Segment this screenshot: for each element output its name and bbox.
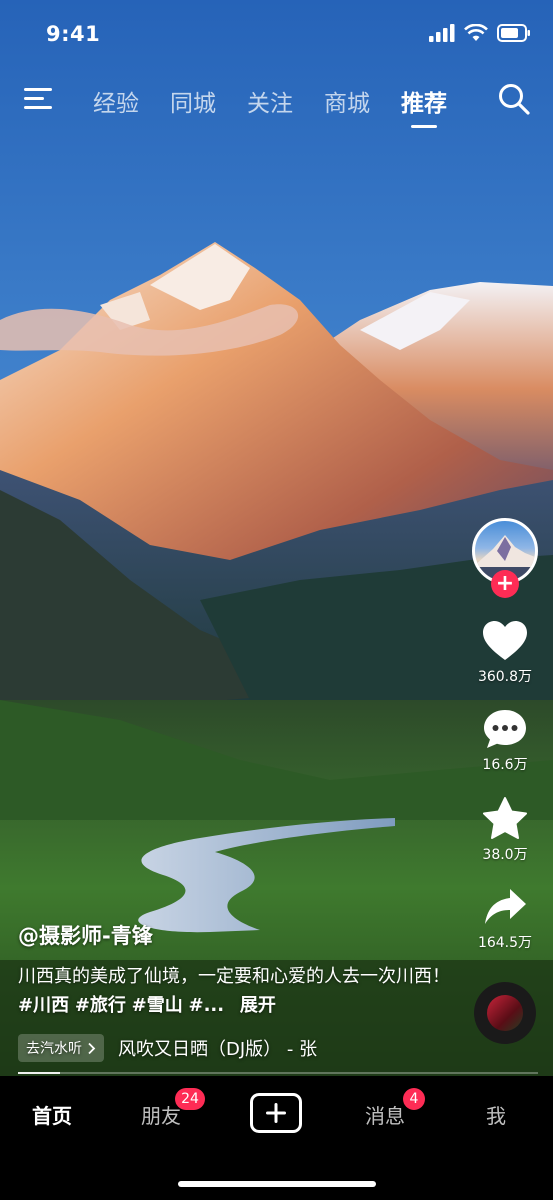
- tab-friends[interactable]: 朋友 24: [141, 1088, 205, 1129]
- status-bar: 9:41: [0, 0, 553, 66]
- listen-chip-label: 去汽水听: [26, 1041, 82, 1057]
- wifi-icon: [464, 24, 488, 41]
- video-progress-fill: [18, 1072, 60, 1074]
- friends-badge: 24: [175, 1088, 205, 1110]
- description-text: 川西真的美成了仙境，一定要和心爱的人去一次川西！: [18, 966, 450, 987]
- like-count: 360.8万: [477, 669, 533, 685]
- status-icons: [429, 24, 531, 42]
- like-button[interactable]: 360.8万: [478, 620, 532, 686]
- status-time: 9:41: [46, 22, 101, 46]
- action-rail: + 360.8万 16.6万 38.0万 164.5万: [465, 518, 545, 1044]
- feed-tabs: 经验 同城 关注 商城 推荐: [93, 84, 447, 118]
- follow-button[interactable]: +: [491, 570, 519, 598]
- heart-icon: [483, 621, 527, 660]
- hashtag[interactable]: #旅行: [75, 995, 126, 1016]
- video-caption: @摄影师-青锋 川西真的美成了仙境，一定要和心爱的人去一次川西！ #川西 #旅行…: [18, 920, 458, 1062]
- listen-in-app-button[interactable]: 去汽水听: [18, 1034, 104, 1062]
- comment-bubble-icon: [484, 710, 526, 748]
- tab-recommended[interactable]: 推荐: [401, 84, 447, 118]
- music-title[interactable]: 风吹又日晒（DJ版） - 张: [118, 1035, 317, 1061]
- tab-experience[interactable]: 经验: [93, 84, 139, 118]
- cellular-signal-icon: [429, 24, 455, 42]
- tab-friends-label: 朋友: [141, 1104, 181, 1128]
- favorite-count: 38.0万: [482, 847, 528, 863]
- create-button[interactable]: [250, 1093, 302, 1133]
- expand-button[interactable]: 展开: [240, 995, 276, 1016]
- tab-nearby[interactable]: 同城: [170, 84, 216, 118]
- bottom-tab-bar: 首页 朋友 24 消息 4 我: [0, 1076, 553, 1200]
- home-indicator: [178, 1181, 376, 1187]
- messages-badge: 4: [403, 1088, 425, 1110]
- tab-home-label: 首页: [32, 1104, 72, 1128]
- tab-mall[interactable]: 商城: [324, 84, 370, 118]
- tab-me-label: 我: [486, 1104, 506, 1128]
- tab-messages-label: 消息: [365, 1104, 405, 1128]
- hashtag[interactable]: #川西: [18, 995, 69, 1016]
- star-icon: [483, 797, 527, 839]
- hashtag[interactable]: #雪山: [132, 995, 183, 1016]
- chevron-right-icon: [88, 1042, 96, 1054]
- share-arrow-icon: [485, 889, 526, 924]
- top-nav: 经验 同城 关注 商城 推荐: [0, 72, 553, 128]
- music-cover-image: [487, 995, 523, 1031]
- video-progress-bar[interactable]: [18, 1072, 538, 1074]
- author-name[interactable]: @摄影师-青锋: [18, 920, 458, 950]
- tab-following[interactable]: 关注: [247, 84, 293, 118]
- music-row: 去汽水听 风吹又日晒（DJ版） - 张: [18, 1034, 458, 1062]
- plus-icon: [266, 1103, 286, 1123]
- tab-messages[interactable]: 消息 4: [365, 1088, 425, 1129]
- comment-button[interactable]: 16.6万: [482, 708, 528, 774]
- comment-count: 16.6万: [482, 757, 528, 773]
- tab-me[interactable]: 我: [486, 1100, 506, 1129]
- tab-home[interactable]: 首页: [32, 1100, 72, 1129]
- share-button[interactable]: 164.5万: [478, 886, 532, 952]
- video-description: 川西真的美成了仙境，一定要和心爱的人去一次川西！ #川西 #旅行 #雪山 #..…: [18, 962, 458, 1020]
- favorite-button[interactable]: 38.0万: [482, 796, 528, 864]
- battery-icon: [497, 24, 530, 42]
- hamburger-menu-icon[interactable]: [24, 86, 54, 112]
- search-icon[interactable]: [497, 82, 531, 116]
- music-disc[interactable]: [474, 982, 536, 1044]
- share-count: 164.5万: [477, 935, 533, 951]
- hashtag[interactable]: #...: [188, 995, 224, 1016]
- author-avatar-group: +: [472, 518, 538, 598]
